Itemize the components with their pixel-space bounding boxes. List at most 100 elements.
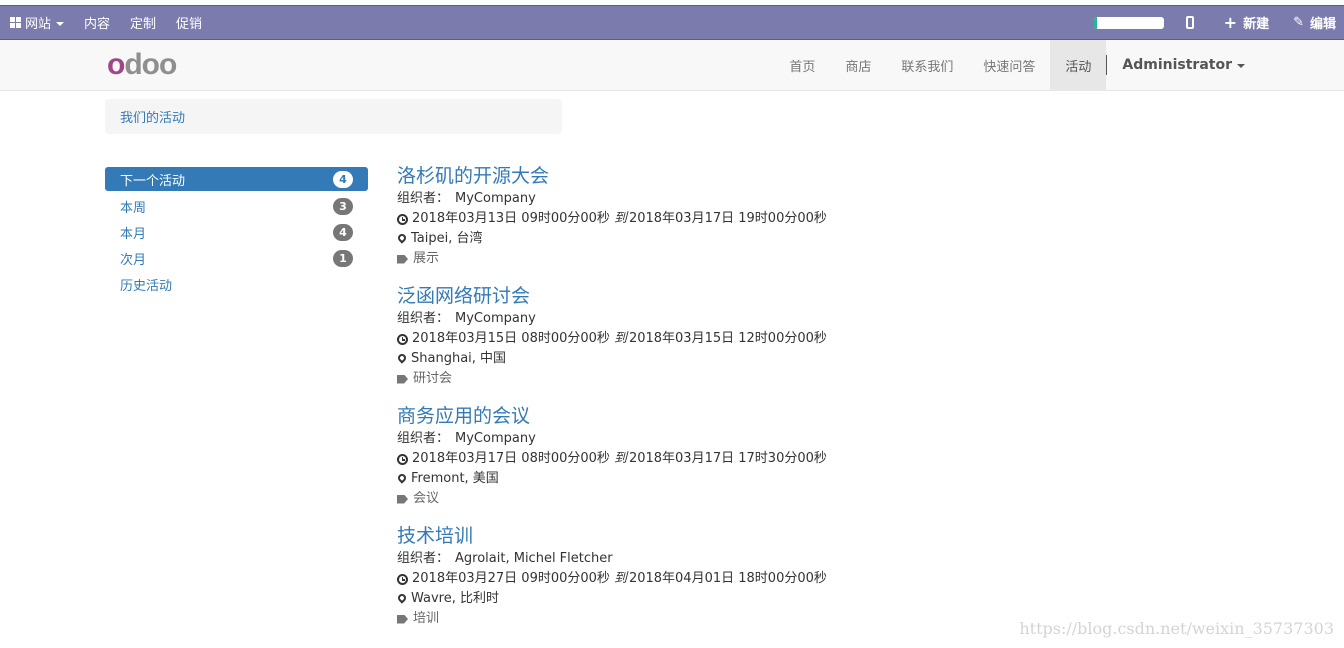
- list-item: 洛杉矶的开源大会 组织者： MyCompany 2018年03月13日 09时0…: [396, 163, 957, 283]
- breadcrumb-our-events[interactable]: 我们的活动: [120, 107, 185, 126]
- map-marker-icon: [396, 352, 408, 364]
- organizer-name: MyCompany: [455, 431, 536, 446]
- event-filter-sidebar: 下一个活动 4 本周 3 本月 4 次月 1 历史活动: [105, 167, 368, 297]
- organizer-name: MyCompany: [455, 191, 536, 206]
- event-start: 2018年03月17日 08时00分00秒: [412, 451, 610, 466]
- event-title-link[interactable]: 泛函网络研讨会: [397, 283, 957, 309]
- nav-contact[interactable]: 联系我们: [886, 40, 968, 90]
- event-end: 2018年03月15日 12时00分00秒: [628, 331, 827, 346]
- logo-letter: o: [158, 48, 177, 81]
- tag-icon: [397, 374, 408, 384]
- logo-letter: o: [107, 48, 125, 81]
- website-menu-label: 网站: [25, 17, 52, 32]
- progress-bar: [1093, 16, 1164, 29]
- tag-icon: [397, 494, 408, 504]
- logo-letter: d: [124, 48, 142, 81]
- event-tag: 研讨会: [397, 369, 957, 389]
- event-dates: 2018年03月27日 09时00分00秒 到 2018年04月01日 18时0…: [397, 569, 957, 589]
- location-text: Fremont, 美国: [411, 471, 499, 486]
- tag-text: 展示: [413, 251, 440, 266]
- organizer-label: 组织者：: [397, 431, 450, 446]
- event-organizer: 组织者： Agrolait, Michel Fletcher: [397, 549, 957, 569]
- admin-actions: + 新建 ✎ 编辑: [1093, 6, 1344, 39]
- content-menu[interactable]: 内容: [84, 13, 110, 32]
- odoo-logo[interactable]: odoo: [107, 48, 177, 81]
- sidebar-item-label: 下一个活动: [120, 173, 186, 189]
- clock-icon: [397, 453, 408, 465]
- organizer-name: Agrolait, Michel Fletcher: [455, 551, 613, 566]
- location-text: Shanghai, 中国: [411, 351, 507, 366]
- nav-home[interactable]: 首页: [774, 40, 830, 90]
- sidebar-item-label: 历史活动: [120, 278, 173, 294]
- progress-fill: [1093, 16, 1098, 29]
- event-end: 2018年03月17日 17时30分00秒: [628, 451, 827, 466]
- event-organizer: 组织者： MyCompany: [397, 429, 957, 449]
- map-marker-icon: [396, 472, 408, 484]
- sidebar-item-past-events[interactable]: 历史活动: [105, 271, 368, 297]
- user-name: Administrator: [1122, 57, 1232, 73]
- caret-down-icon: [56, 21, 65, 26]
- tag-icon: [397, 254, 408, 264]
- website-menu[interactable]: 网站: [10, 13, 65, 32]
- event-tag: 会议: [397, 489, 957, 509]
- admin-bar: 网站 内容 定制 促销 + 新建 ✎ 编辑: [0, 5, 1344, 40]
- breadcrumb: 我们的活动: [105, 99, 562, 134]
- event-dates: 2018年03月15日 08时00分00秒 到 2018年03月15日 12时0…: [397, 329, 957, 349]
- tag-text: 研讨会: [413, 371, 453, 386]
- event-title-link[interactable]: 商务应用的会议: [397, 403, 957, 429]
- event-location: Wavre, 比利时: [396, 589, 957, 609]
- tag-text: 会议: [413, 491, 440, 506]
- watermark: https://blog.csdn.net/weixin_35737303: [1019, 619, 1334, 638]
- clock-icon: [397, 213, 408, 225]
- new-button-label: 新建: [1243, 17, 1270, 32]
- edit-button[interactable]: ✎ 编辑: [1293, 13, 1336, 32]
- plus-icon: +: [1223, 12, 1238, 32]
- location-text: Taipei, 台湾: [411, 231, 483, 246]
- mobile-preview-icon[interactable]: [1185, 16, 1194, 29]
- sidebar-item-this-month[interactable]: 本月 4: [105, 219, 368, 245]
- list-item: 技术培训 组织者： Agrolait, Michel Fletcher 2018…: [396, 523, 957, 643]
- count-badge: 3: [333, 197, 353, 215]
- sidebar-item-this-week[interactable]: 本周 3: [105, 193, 368, 219]
- count-badge: 4: [333, 223, 353, 241]
- event-title-link[interactable]: 技术培训: [397, 523, 957, 549]
- organizer-label: 组织者：: [397, 551, 450, 566]
- event-dates: 2018年03月17日 08时00分00秒 到 2018年03月17日 17时3…: [397, 449, 957, 469]
- count-badge: 1: [333, 249, 353, 267]
- organizer-label: 组织者：: [397, 191, 450, 206]
- promote-menu[interactable]: 促销: [176, 13, 202, 32]
- event-title-link[interactable]: 洛杉矶的开源大会: [397, 163, 957, 189]
- organizer-name: MyCompany: [455, 311, 536, 326]
- date-separator: 到: [613, 451, 627, 466]
- sidebar-item-label: 次月: [120, 252, 147, 268]
- customize-menu[interactable]: 定制: [130, 13, 156, 32]
- list-item: 商务应用的会议 组织者： MyCompany 2018年03月17日 08时00…: [396, 403, 957, 523]
- website-navbar: odoo 首页 商店 联系我们 快速问答 活动 Administrator: [0, 40, 1344, 91]
- tag-icon: [397, 614, 408, 624]
- tag-text: 培训: [413, 611, 440, 626]
- sidebar-item-upcoming[interactable]: 下一个活动 4: [105, 167, 368, 191]
- event-end: 2018年04月01日 18时00分00秒: [628, 571, 827, 586]
- nav-events[interactable]: 活动: [1050, 40, 1107, 90]
- clock-icon: [397, 333, 408, 345]
- nav-shop[interactable]: 商店: [830, 40, 886, 90]
- sidebar-item-next-month[interactable]: 次月 1: [105, 245, 368, 271]
- event-organizer: 组织者： MyCompany: [397, 309, 957, 329]
- clock-icon: [397, 573, 408, 585]
- sidebar-item-label: 本月: [120, 226, 147, 242]
- admin-menu: 网站 内容 定制 促销: [10, 6, 222, 39]
- date-separator: 到: [613, 211, 627, 226]
- event-end: 2018年03月17日 19时00分00秒: [628, 211, 827, 226]
- nav-forum[interactable]: 快速问答: [968, 40, 1050, 90]
- logo-letter: o: [141, 48, 160, 81]
- location-text: Wavre, 比利时: [411, 591, 500, 606]
- caret-down-icon: [1237, 64, 1245, 68]
- edit-button-label: 编辑: [1309, 17, 1336, 32]
- apps-grid-icon: [10, 17, 21, 28]
- event-tag: 展示: [397, 249, 957, 269]
- date-separator: 到: [613, 331, 627, 346]
- organizer-label: 组织者：: [397, 311, 450, 326]
- user-menu[interactable]: Administrator: [1107, 40, 1344, 90]
- new-button[interactable]: + 新建: [1224, 13, 1269, 32]
- map-marker-icon: [396, 232, 408, 244]
